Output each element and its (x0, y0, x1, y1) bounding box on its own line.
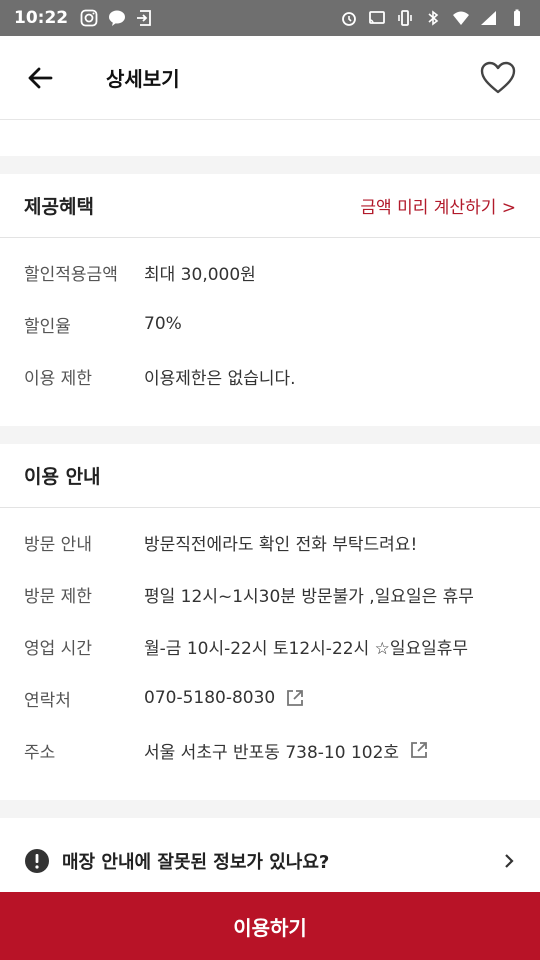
vibrate-icon (398, 10, 412, 26)
row-label: 이용 제한 (24, 368, 92, 389)
row-label: 할인적용금액 (24, 264, 118, 285)
calculate-amount-link[interactable]: 금액 미리 계산하기 > (360, 193, 516, 218)
cast-icon (369, 11, 385, 24)
benefits-header: 제공혜택 금액 미리 계산하기 > (0, 174, 540, 238)
row-value: 월-금 10시-22시 토12시-22시 ☆일요일휴무 (144, 638, 469, 659)
app-bar: 상세보기 (0, 36, 540, 120)
arrow-left-icon (28, 67, 53, 88)
benefit-row: 이용 제한 이용제한은 없습니다. (0, 350, 540, 402)
benefit-row: 할인적용금액 최대 30,000원 (0, 246, 540, 298)
row-value: 최대 30,000원 (144, 264, 256, 285)
row-label: 방문 제한 (24, 586, 92, 607)
row-label: 연락처 (24, 690, 71, 711)
benefits-section: 제공혜택 금액 미리 계산하기 > 할인적용금액 최대 30,000원 할인율 … (0, 174, 540, 426)
row-value: 방문직전에라도 확인 전화 부탁드려요! (144, 534, 418, 555)
address-link[interactable]: 서울 서초구 반포동 738-10 102호 (144, 738, 429, 763)
usage-title: 이용 안내 (24, 466, 101, 488)
battery-icon (514, 9, 520, 26)
usage-row: 영업 시간 월-금 10시-22시 토12시-22시 ☆일요일휴무 (0, 620, 540, 672)
external-link-icon[interactable] (285, 688, 305, 708)
row-value: 평일 12시~1시30분 방문불가 ,일요일은 휴무 (144, 586, 474, 607)
favorite-button[interactable] (456, 36, 540, 120)
external-link-icon[interactable] (409, 740, 429, 760)
usage-row-phone: 연락처 070-5180-8030 (0, 672, 540, 724)
alarm-icon (342, 12, 356, 26)
back-button[interactable] (0, 36, 80, 120)
use-button[interactable]: 이용하기 (0, 892, 540, 960)
use-button-label: 이용하기 (233, 915, 307, 940)
bluetooth-icon (428, 10, 439, 26)
report-wrong-info-button[interactable]: 매장 안내에 잘못된 정보가 있나요? (0, 830, 540, 892)
benefit-row: 할인율 70% (0, 298, 540, 350)
divider (0, 426, 540, 444)
row-label: 방문 안내 (24, 534, 92, 555)
row-label: 영업 시간 (24, 638, 92, 659)
alert-icon (25, 849, 49, 873)
benefits-title: 제공혜택 (24, 196, 94, 218)
status-time: 10:22 (14, 8, 69, 28)
usage-row-address: 주소 서울 서초구 반포동 738-10 102호 (0, 724, 540, 776)
phone-link[interactable]: 070-5180-8030 (144, 688, 305, 708)
kakaotalk-icon (109, 10, 126, 26)
usage-header: 이용 안내 (0, 444, 540, 508)
row-label: 주소 (24, 742, 56, 763)
instagram-icon (80, 9, 98, 27)
row-label: 할인율 (24, 316, 71, 337)
phone-number: 070-5180-8030 (144, 688, 276, 708)
heart-icon (480, 61, 516, 93)
report-text: 매장 안내에 잘못된 정보가 있나요? (62, 852, 330, 873)
wifi-icon (453, 11, 469, 25)
signal-icon (481, 11, 496, 25)
page-title: 상세보기 (106, 67, 180, 91)
usage-section: 이용 안내 방문 안내 방문직전에라도 확인 전화 부탁드려요! 방문 제한 평… (0, 444, 540, 800)
status-bar: 10:22 (0, 0, 540, 36)
divider (0, 800, 540, 818)
row-value: 70% (144, 314, 182, 334)
usage-row: 방문 제한 평일 12시~1시30분 방문불가 ,일요일은 휴무 (0, 568, 540, 620)
divider (0, 156, 540, 174)
row-value: 이용제한은 없습니다. (144, 368, 296, 389)
chevron-right-icon (505, 854, 514, 868)
sign-in-icon (137, 10, 152, 26)
address-text: 서울 서초구 반포동 738-10 102호 (144, 742, 400, 763)
usage-row: 방문 안내 방문직전에라도 확인 전화 부탁드려요! (0, 516, 540, 568)
